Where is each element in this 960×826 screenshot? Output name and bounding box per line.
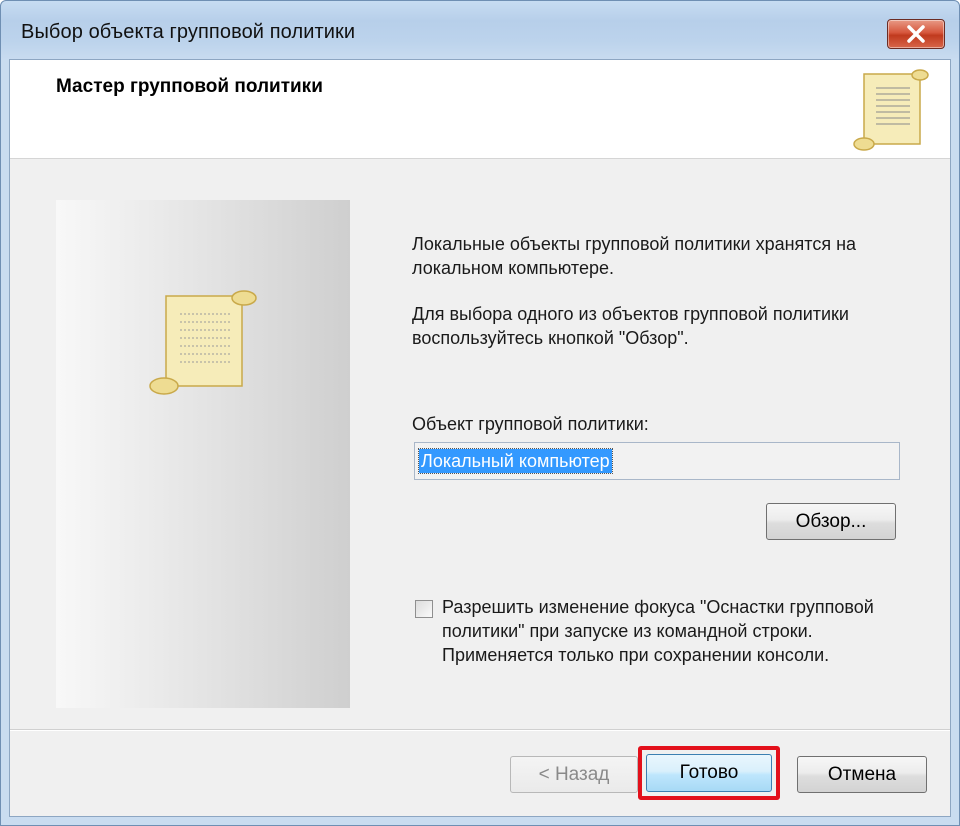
- gpo-field-label: Объект групповой политики:: [412, 414, 649, 434]
- gpo-input[interactable]: Локальный компьютер: [414, 442, 900, 480]
- description-browse-hint: Для выбора одного из объектов групповой …: [412, 304, 849, 348]
- close-icon: [907, 25, 925, 43]
- back-button[interactable]: < Назад: [510, 756, 638, 793]
- window-title: Выбор объекта групповой политики: [21, 21, 356, 43]
- cancel-button[interactable]: Отмена: [797, 756, 927, 793]
- scroll-icon: [149, 290, 257, 395]
- wizard-header: Мастер групповой политики: [10, 60, 950, 159]
- footer-divider: [10, 729, 950, 731]
- close-button[interactable]: [887, 19, 945, 49]
- scroll-icon: [853, 69, 929, 151]
- description-local-gpo: Локальные объекты групповой политики хра…: [412, 234, 857, 278]
- allow-focus-checkbox[interactable]: [415, 600, 433, 618]
- wizard-title: Мастер групповой политики: [56, 76, 323, 97]
- dialog-window: Выбор объекта групповой политики Мастер …: [0, 0, 960, 826]
- title-bar[interactable]: Выбор объекта групповой политики: [1, 1, 959, 59]
- finish-button[interactable]: Готово: [646, 754, 772, 792]
- wizard-side-panel: [56, 200, 350, 708]
- allow-focus-checkbox-label[interactable]: Разрешить изменение фокуса "Оснастки гру…: [442, 595, 912, 667]
- browse-button[interactable]: Обзор...: [766, 503, 896, 540]
- dialog-client-area: Мастер групповой политики Локальные объе…: [9, 59, 951, 817]
- gpo-input-value: Локальный компьютер: [418, 448, 613, 474]
